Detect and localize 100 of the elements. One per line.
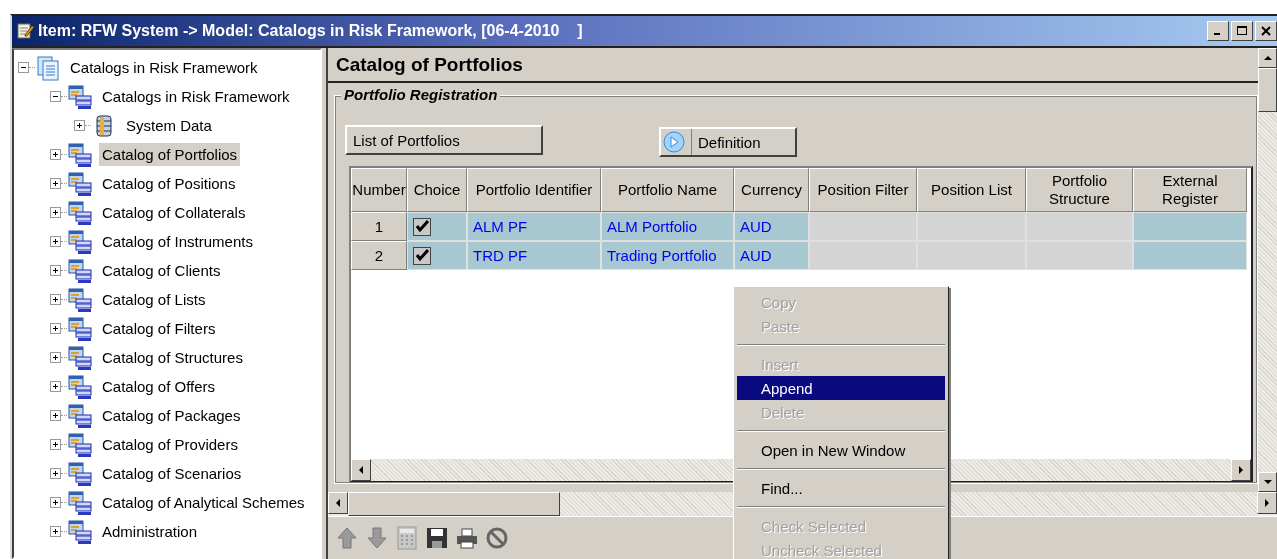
expand-icon[interactable] [50, 468, 61, 479]
expand-icon[interactable] [50, 207, 61, 218]
definition-button[interactable]: Definition [659, 127, 797, 157]
maximize-button[interactable] [1231, 21, 1253, 41]
list-button[interactable]: List of Portfolios [345, 125, 543, 155]
column-header[interactable]: Position List [917, 168, 1026, 212]
window-title: Item: RFW System -> Model: Catalogs in Risk Framework, [06-4-2010 ] [38, 22, 584, 40]
stacked-windows-icon [67, 228, 93, 255]
tree-item[interactable]: Catalog of Instruments [99, 230, 256, 253]
stacked-windows-icon [67, 170, 93, 197]
group-title: Portfolio Registration [341, 86, 501, 103]
scroll-left-button[interactable] [351, 459, 371, 481]
tree-item[interactable]: System Data [123, 114, 215, 137]
table-cell: ALM Portfolio [601, 212, 734, 241]
expand-icon[interactable] [50, 439, 61, 450]
expand-icon[interactable] [50, 352, 61, 363]
stacked-windows-icon [67, 373, 93, 400]
menu-item[interactable]: Find... [737, 476, 945, 500]
column-header[interactable]: External Register [1133, 168, 1247, 212]
left-caret-icon [359, 466, 363, 474]
stacked-windows-icon [67, 286, 93, 313]
table-cell: AUD [734, 241, 809, 270]
expand-icon[interactable] [50, 381, 61, 392]
scroll-down-button[interactable] [1258, 472, 1277, 492]
play-icon [663, 131, 685, 153]
column-header[interactable]: Choice [407, 168, 467, 212]
stacked-windows-icon [67, 460, 93, 487]
menu-item[interactable]: Append [737, 376, 945, 400]
expand-icon[interactable] [74, 120, 85, 131]
stacked-windows-icon [67, 489, 93, 516]
stacked-windows-icon [67, 315, 93, 342]
scroll-left-button[interactable] [328, 492, 348, 514]
row-number: 1 [351, 212, 407, 241]
minimize-button[interactable] [1207, 21, 1229, 41]
stacked-windows-icon [67, 83, 93, 110]
printer-icon[interactable] [456, 526, 478, 550]
column-header[interactable]: Position Filter [809, 168, 917, 212]
tree-item[interactable]: Catalog of Positions [99, 172, 239, 195]
scroll-right-button[interactable] [1257, 492, 1277, 514]
down-caret-icon [1262, 478, 1273, 486]
tree-item[interactable]: Catalog of Collaterals [99, 201, 249, 224]
tree-item[interactable]: Catalog of Analytical Schemes [99, 491, 308, 514]
menu-item[interactable]: Open in New Window [737, 438, 945, 462]
collapse-icon[interactable] [18, 62, 29, 73]
left-caret-icon [336, 499, 340, 507]
expand-icon[interactable] [50, 323, 61, 334]
panel-title: Catalog of Portfolios [328, 48, 1258, 83]
column-header[interactable]: Portfolio Name [601, 168, 734, 212]
tree-item[interactable]: Catalog of Portfolios [99, 143, 241, 166]
expand-icon[interactable] [50, 265, 61, 276]
document-icon [35, 54, 61, 81]
tree-item[interactable]: Administration [99, 520, 201, 543]
expand-icon[interactable] [50, 497, 61, 508]
cancel-icon[interactable] [486, 526, 508, 550]
stacked-windows-icon [67, 141, 93, 168]
expand-icon[interactable] [50, 149, 61, 160]
scroll-right-button[interactable] [1231, 459, 1251, 481]
expand-icon[interactable] [50, 236, 61, 247]
expand-icon[interactable] [50, 294, 61, 305]
table-cell: ALM PF [467, 212, 601, 241]
stacked-windows-icon [67, 431, 93, 458]
collapse-icon[interactable] [50, 91, 61, 102]
tree-item[interactable]: Catalog of Packages [99, 404, 244, 427]
save-icon[interactable] [426, 526, 448, 550]
column-header[interactable]: Number [351, 168, 407, 212]
tree-item[interactable]: Catalog of Lists [99, 288, 209, 311]
close-icon [1261, 26, 1271, 36]
column-header[interactable]: Portfolio Identifier [467, 168, 601, 212]
tree-item[interactable]: Catalogs in Risk Framework [99, 85, 293, 108]
row-number: 2 [351, 241, 407, 270]
table-cell: Trading Portfolio [601, 241, 734, 270]
table-cell: TRD PF [467, 241, 601, 270]
right-caret-icon [1265, 499, 1269, 507]
tree-item[interactable]: Catalog of Structures [99, 346, 246, 369]
stacked-windows-icon [67, 402, 93, 429]
tree-item[interactable]: Catalog of Offers [99, 375, 219, 398]
tree-item[interactable]: Catalogs in Risk Framework [67, 56, 261, 79]
expand-icon[interactable] [50, 526, 61, 537]
column-header[interactable]: Portfolio Structure [1026, 168, 1133, 212]
close-button[interactable] [1255, 21, 1277, 41]
column-header[interactable]: Currency [734, 168, 809, 212]
expand-icon[interactable] [50, 178, 61, 189]
right-caret-icon [1239, 466, 1243, 474]
tree-item[interactable]: Catalog of Providers [99, 433, 241, 456]
maximize-icon [1237, 26, 1247, 36]
stacked-windows-icon [67, 257, 93, 284]
checkbox[interactable] [413, 246, 431, 265]
tree-item[interactable]: Catalog of Clients [99, 259, 224, 282]
tree-item[interactable]: Catalog of Filters [99, 317, 219, 340]
notepad-icon [16, 22, 34, 40]
tree-item[interactable]: Catalog of Scenarios [99, 462, 245, 485]
stacked-windows-icon [67, 344, 93, 371]
expand-icon[interactable] [50, 410, 61, 421]
stacked-windows-icon [67, 518, 93, 545]
checkbox[interactable] [413, 217, 431, 236]
scroll-thumb[interactable] [348, 492, 560, 516]
scroll-thumb[interactable] [1258, 68, 1277, 112]
scroll-up-button[interactable] [1258, 48, 1277, 68]
stacked-windows-icon [67, 199, 93, 226]
up-caret-icon [1262, 54, 1273, 62]
